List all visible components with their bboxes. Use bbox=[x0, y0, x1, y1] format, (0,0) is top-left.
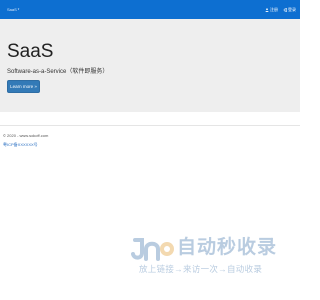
watermark-subtext: 放上链接→来访一次→自动收录 bbox=[139, 264, 263, 274]
hero-subtitle: Software-as-a-Service（软件即服务） bbox=[7, 69, 109, 75]
watermark-text: 自动秒收录 bbox=[177, 237, 278, 258]
footer-divider bbox=[0, 125, 300, 126]
hero-title: SaaS bbox=[7, 41, 54, 62]
page: SaaS ▾ 注册 登录 SaaS Software-as-a-Service（ bbox=[0, 0, 300, 300]
top-navbar: SaaS ▾ 注册 登录 bbox=[0, 0, 300, 19]
icp-link[interactable]: 粤ICP备XXXXXX号 bbox=[3, 142, 38, 148]
login-link[interactable]: 登录 bbox=[283, 7, 296, 13]
footer-copyright: © 2020 - www.sokoff.com bbox=[3, 133, 49, 138]
user-icon bbox=[265, 7, 269, 12]
register-label: 注册 bbox=[270, 6, 278, 12]
register-link[interactable]: 注册 bbox=[265, 7, 278, 13]
hero-jumbotron: SaaS Software-as-a-Service（软件即服务） Learn … bbox=[0, 19, 300, 112]
caret-down-icon: ▾ bbox=[17, 7, 20, 11]
login-icon bbox=[283, 7, 287, 12]
brand-label: SaaS bbox=[7, 7, 17, 12]
watermark-logo-mark bbox=[131, 238, 174, 261]
login-label: 登录 bbox=[288, 6, 296, 12]
brand-dropdown[interactable]: SaaS ▾ bbox=[7, 7, 19, 12]
watermark-logo: 自动秒收录 放上链接→来访一次→自动收录 bbox=[131, 237, 279, 275]
nav-links: 注册 登录 bbox=[265, 7, 296, 13]
learn-more-button[interactable]: Learn more » bbox=[7, 80, 40, 93]
